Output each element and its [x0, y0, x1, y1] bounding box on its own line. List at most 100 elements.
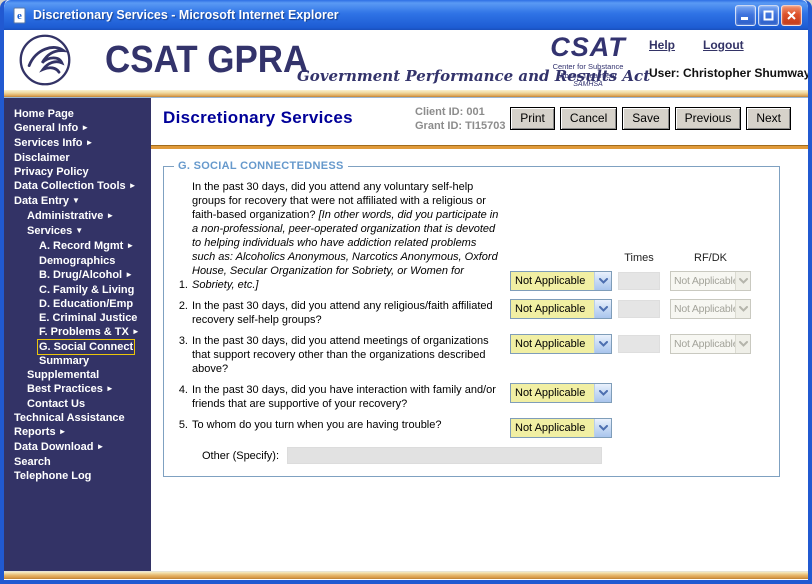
window-title: Discretionary Services - Microsoft Inter…	[33, 8, 735, 22]
sidebar-item-search[interactable]: Search	[4, 455, 151, 469]
sidebar-item-d-education-emp[interactable]: D. Education/Emp	[4, 297, 151, 311]
sidebar-item-supplemental[interactable]: Supplemental	[4, 368, 151, 382]
sidebar-item-label: Technical Assistance	[14, 412, 125, 424]
sidebar-item-services[interactable]: Services▼	[4, 224, 151, 239]
sidebar-item-services-info[interactable]: Services Info►	[4, 136, 151, 151]
sidebar-item-general-info[interactable]: General Info►	[4, 121, 151, 136]
sidebar-item-label: Services	[27, 225, 72, 237]
sidebar-item-data-download[interactable]: Data Download►	[4, 440, 151, 455]
previous-button[interactable]: Previous	[675, 107, 742, 130]
rfdk-dropdown: Not Applicable	[670, 271, 751, 291]
controls-line: Not Applicable Not Applicable	[510, 271, 751, 291]
sidebar-item-label: Reports	[14, 426, 56, 438]
sidebar-item-label: Data Collection Tools	[14, 180, 126, 192]
sidebar-item-label: D. Education/Emp	[39, 298, 133, 310]
question-text: In the past 30 days, did you attend any …	[188, 299, 502, 327]
answer-dropdown[interactable]: Not Applicable	[510, 418, 612, 438]
svg-text:e: e	[17, 10, 22, 22]
dropdown-selected-value: Not Applicable	[671, 272, 735, 290]
title-bar: e Discretionary Services - Microsoft Int…	[4, 0, 808, 30]
chevron-down-icon	[594, 272, 611, 290]
maximize-button[interactable]	[758, 5, 779, 26]
answer-dropdown[interactable]: Not Applicable	[510, 271, 612, 291]
column-headers: Times RF/DK	[510, 252, 751, 264]
sidebar-item-reports[interactable]: Reports►	[4, 425, 151, 440]
other-specify-input	[287, 447, 602, 464]
logout-link[interactable]: Logout	[703, 38, 744, 52]
close-button[interactable]	[781, 5, 802, 26]
controls-line: Not ApplicableNot Applicable	[510, 299, 751, 319]
header-rule	[151, 145, 808, 149]
print-button[interactable]: Print	[510, 107, 555, 130]
answer-dropdown[interactable]: Not Applicable	[510, 334, 612, 354]
next-button[interactable]: Next	[746, 107, 791, 130]
sidebar-item-e-criminal-justice[interactable]: E. Criminal Justice	[4, 311, 151, 325]
current-user-label: User: Christopher Shumway	[649, 66, 810, 80]
arrow-right-icon: ►	[85, 138, 93, 147]
answer-dropdown[interactable]: Not Applicable	[510, 299, 612, 319]
question-number: 4.	[172, 383, 188, 397]
sidebar-item-privacy-policy[interactable]: Privacy Policy	[4, 165, 151, 179]
arrow-right-icon: ►	[132, 327, 140, 336]
sidebar-item-disclaimer[interactable]: Disclaimer	[4, 151, 151, 165]
sidebar-item-a-record-mgmt[interactable]: A. Record Mgmt►	[4, 239, 151, 254]
question-text: In the past 30 days, did you attend any …	[188, 180, 502, 292]
sidebar-item-c-family-living[interactable]: C. Family & Living	[4, 283, 151, 297]
sidebar-item-contact-us[interactable]: Contact Us	[4, 397, 151, 411]
sidebar-item-data-entry[interactable]: Data Entry▼	[4, 194, 151, 209]
chevron-down-icon	[594, 300, 611, 318]
sidebar-item-b-drug-alcohol[interactable]: B. Drug/Alcohol►	[4, 268, 151, 283]
csat-gpra-logo: CSAT GPRA	[105, 39, 308, 82]
rfdk-column-header: RF/DK	[670, 252, 751, 264]
sidebar-item-label: Demographics	[39, 255, 115, 267]
action-toolbar: PrintCancelSave PreviousNext	[505, 107, 791, 130]
arrow-right-icon: ►	[59, 427, 67, 436]
times-column-header: Times	[618, 252, 660, 264]
save-button[interactable]: Save	[622, 107, 669, 130]
chevron-down-icon	[594, 384, 611, 402]
sidebar-item-data-collection-tools[interactable]: Data Collection Tools►	[4, 179, 151, 194]
answer-controls: Not Applicable	[510, 383, 612, 403]
sidebar-item-label: G. Social Connect	[39, 341, 133, 353]
other-specify-row: Other (Specify):	[172, 447, 771, 464]
sidebar-item-administrative[interactable]: Administrative►	[4, 209, 151, 224]
cancel-button[interactable]: Cancel	[560, 107, 617, 130]
arrow-right-icon: ►	[129, 181, 137, 190]
sidebar-item-label: B. Drug/Alcohol	[39, 269, 122, 281]
sidebar-item-f-problems-tx[interactable]: F. Problems & TX►	[4, 325, 151, 340]
answer-controls: Not ApplicableNot Applicable	[510, 299, 751, 319]
chevron-down-icon	[594, 335, 611, 353]
dropdown-selected-value: Not Applicable	[511, 384, 594, 402]
answer-dropdown[interactable]: Not Applicable	[510, 383, 612, 403]
question-number: 1.	[172, 278, 188, 292]
arrow-right-icon: ►	[106, 211, 114, 220]
sidebar-item-label: Services Info	[14, 137, 82, 149]
sidebar-item-telephone-log[interactable]: Telephone Log	[4, 469, 151, 483]
question-number: 5.	[172, 418, 188, 432]
dropdown-selected-value: Not Applicable	[511, 300, 594, 318]
sidebar-item-label: Telephone Log	[14, 470, 91, 482]
internet-explorer-page-icon: e	[11, 7, 28, 24]
minimize-button[interactable]	[735, 5, 756, 26]
sidebar-item-label: Disclaimer	[14, 152, 70, 164]
sidebar-item-g-social-connect[interactable]: G. Social Connect	[4, 340, 151, 354]
sidebar-item-best-practices[interactable]: Best Practices►	[4, 382, 151, 397]
footer-bar	[4, 571, 808, 579]
sidebar-item-summary[interactable]: Summary	[4, 354, 151, 368]
sidebar-item-technical-assistance[interactable]: Technical Assistance	[4, 411, 151, 425]
arrow-right-icon: ►	[96, 442, 104, 451]
client-id-label: Client ID: 001	[415, 105, 505, 119]
help-link[interactable]: Help	[649, 38, 675, 52]
sidebar-item-label: Best Practices	[27, 383, 103, 395]
sidebar-item-home-page[interactable]: Home Page	[4, 107, 151, 121]
arrow-right-icon: ►	[125, 270, 133, 279]
sidebar-item-label: Supplemental	[27, 369, 99, 381]
question-row: 1.In the past 30 days, did you attend an…	[172, 180, 771, 292]
page-title: Discretionary Services	[163, 108, 353, 128]
record-ids: Client ID: 001 Grant ID: TI15703	[415, 105, 505, 133]
question-number: 3.	[172, 334, 188, 348]
sidebar-item-demographics[interactable]: Demographics	[4, 254, 151, 268]
sidebar-item-label: Administrative	[27, 210, 103, 222]
social-connectedness-section: G. SOCIAL CONNECTEDNESS 1.In the past 30…	[163, 160, 780, 477]
controls-line: Not Applicable	[510, 418, 612, 438]
